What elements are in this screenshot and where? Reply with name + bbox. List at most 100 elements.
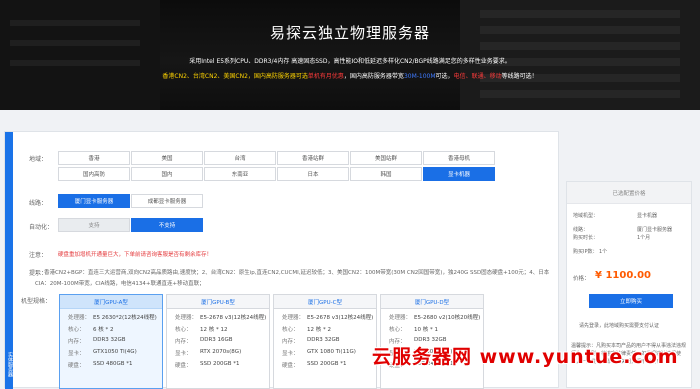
region-option-hk-cluster[interactable]: 香港站群: [277, 151, 349, 165]
line-option-chengdu[interactable]: 成都显卡服务器: [131, 194, 203, 208]
spec-key: 显卡：: [175, 351, 192, 357]
spec-value: 12 核 * 2: [307, 327, 331, 333]
spec-row-ram: 内存： DDR3 16GB: [167, 337, 269, 349]
buy-now-button[interactable]: 立即购买: [589, 294, 673, 308]
hero-banner: 易探云独立物理服务器 采用Intel E5系列CPU、DDR3/4内存 高速固态…: [0, 0, 700, 110]
spec-key: 内存：: [175, 339, 192, 345]
spec-row-disk: 硬盘： SSD 200GB *1: [274, 361, 376, 373]
model-card-title: 厦门GPU-A型: [60, 295, 162, 309]
spec-row-cpu: 处理器： E5-2678 v3(12核24线程): [274, 313, 376, 325]
spec-value: RTX 2070s(8G): [200, 349, 242, 355]
spec-row-gpu: 显卡： GTX 1080 Ti(11G): [274, 349, 376, 361]
spec-row-ram: 内存： DDR3 32GB: [60, 337, 162, 349]
model-card-title: 厦门GPU-B型: [167, 295, 269, 309]
spec-value: 12 核 * 12: [200, 327, 228, 333]
model-card-b[interactable]: 厦门GPU-B型 处理器： E5-2678 v3(12核24线程) 核心： 12 核…: [166, 294, 270, 389]
spec-value: DDR3 16GB: [200, 337, 233, 343]
region-option-domestic[interactable]: 国内: [131, 167, 203, 181]
price-value: ¥ 1100.00: [595, 270, 651, 281]
hero-promo-line: 香港CN2、台湾CN2、美国CN2，国内高防服务器可选单机有月优惠，国内高防服务…: [0, 71, 700, 80]
region-option-usa[interactable]: 美国: [131, 151, 203, 165]
left-category-strip: 实体服务器: [5, 132, 13, 389]
spec-value: GTX 1080 Ti(11G): [307, 349, 356, 355]
summary-key-duration: 购买时长：: [573, 235, 599, 241]
spec-row-gpu: 显卡： RTX 2070s(8G): [167, 349, 269, 361]
spec-key: 内存：: [68, 339, 85, 345]
spec-row-cores: 核心： 12 核 * 12: [167, 325, 269, 337]
spec-value: SSD 480GB *1: [93, 361, 133, 367]
region-label: 地域：: [29, 156, 48, 163]
summary-key-ip: 购买IP数：: [573, 249, 598, 255]
spec-row-gpu: 显卡： GTX1050 Ti(4G): [60, 349, 162, 361]
auto-option-no-support[interactable]: 不支持: [131, 218, 203, 232]
summary-key-line: 线路：: [573, 227, 589, 233]
region-option-us-cluster[interactable]: 美国站群: [350, 151, 422, 165]
spec-value: E5-2678 v3(12核24线程): [307, 315, 374, 321]
notice-label: 注意：: [29, 252, 48, 259]
auto-label: 自动化：: [29, 224, 54, 231]
stock-notice: 硬盘重加增机开通量巨大，下单前请咨询客服是否有剩余库存！: [58, 252, 213, 258]
spec-value: SSD 200GB *1: [200, 361, 240, 367]
promo-part-4: 30M-100M: [403, 73, 436, 80]
spec-key: 核心：: [389, 327, 406, 333]
promo-part-5: 可选，: [435, 73, 454, 80]
spec-row-cpu: 处理器： E5 2630*2(12核24线程): [60, 313, 162, 325]
login-notice: 请先登录，此地域购买需要支付认证: [579, 323, 660, 329]
model-card-a[interactable]: 厦门GPU-A型 处理器： E5 2630*2(12核24线程) 核心： 6 核 *…: [59, 294, 163, 389]
region-option-taiwan[interactable]: 台湾: [204, 151, 276, 165]
promo-part-3: ，国内高防服务器带宽: [343, 73, 404, 80]
region-option-japan[interactable]: 日本: [277, 167, 349, 181]
summary-value-line: 厦门显卡服务器: [637, 227, 673, 233]
auto-option-support[interactable]: 支持: [58, 218, 130, 232]
site-watermark: 云服务器网 www.yuntue.com: [372, 346, 679, 368]
spec-row-disk: 硬盘： SSD 480GB *1: [60, 361, 162, 373]
strip-label: 实体服务器: [7, 352, 13, 377]
region-option-hongkong[interactable]: 香港: [58, 151, 130, 165]
spec-key: 处理器：: [175, 315, 198, 321]
model-card-c[interactable]: 厦门GPU-C型 处理器： E5-2678 v3(12核24线程) 核心： 12 核…: [273, 294, 377, 389]
spec-key: 处理器：: [282, 315, 305, 321]
region-option-hk-host[interactable]: 香港母机: [423, 151, 495, 165]
spec-row-cores: 核心： 10 核 * 1: [381, 325, 483, 337]
promo-part-6: 电信、联通、移动: [453, 73, 502, 80]
region-option-sea[interactable]: 东南亚: [204, 167, 276, 181]
summary-key-region: 地域机型：: [573, 213, 599, 219]
spec-row-ram: 内存： DDR3 32GB: [274, 337, 376, 349]
spec-row-cpu: 处理器： E5-2680 v2(10核20线程): [381, 313, 483, 325]
spec-key: 核心：: [282, 327, 299, 333]
spec-key: 处理器：: [68, 315, 91, 321]
price-label: 价格：: [573, 276, 590, 282]
summary-value-region: 显卡机器: [637, 213, 658, 219]
hero-subtitle: 采用Intel E5系列CPU、DDR3/4内存 高速固态SSD，高性能IO和低…: [189, 58, 511, 65]
promo-part-2: 单机有月优惠: [307, 73, 344, 80]
models-label: 机型规格：: [21, 298, 52, 305]
model-card-title: 厦门GPU-C型: [274, 295, 376, 309]
spec-row-cores: 核心： 6 核 * 2: [60, 325, 162, 337]
spec-key: 核心：: [175, 327, 192, 333]
spec-value: DDR3 32GB: [307, 337, 340, 343]
spec-value: E5-2680 v2(10核20线程): [414, 315, 481, 321]
spec-key: 显卡：: [68, 351, 85, 357]
spec-key: 核心：: [68, 327, 85, 333]
region-option-gpu[interactable]: 显卡机器: [423, 167, 495, 181]
spec-row-cpu: 处理器： E5-2678 v3(12核24线程): [167, 313, 269, 325]
spec-key: 硬盘：: [175, 363, 192, 369]
promo-part-1: 香港CN2、台湾CN2、美国CN2，国内高防服务器可选: [162, 73, 308, 80]
spec-row-cores: 核心： 12 核 * 2: [274, 325, 376, 337]
spec-key: 硬盘：: [68, 363, 85, 369]
spec-value: DDR3 32GB: [93, 337, 126, 343]
region-option-korea[interactable]: 韩国: [350, 167, 422, 181]
region-option-cn-ddos[interactable]: 国内高防: [58, 167, 130, 181]
line-option-xiamen[interactable]: 厦门显卡服务器: [58, 194, 130, 208]
spec-value: GTX1050 Ti(4G): [93, 349, 137, 355]
line-label: 线路：: [29, 200, 48, 207]
spec-key: 硬盘：: [282, 363, 299, 369]
promo-part-7: 等线路可选！: [501, 73, 538, 80]
spec-key: 处理器：: [389, 315, 412, 321]
server-background-art: [0, 0, 700, 110]
spec-value: E5-2678 v3(12核24线程): [200, 315, 267, 321]
summary-value-duration: 1个月: [637, 235, 651, 241]
summary-value-ip: 1个: [599, 249, 608, 255]
page-title: 易探云独立物理服务器: [269, 24, 430, 42]
hint-text: 1、香港CN2+BGP：直连三大运营商,双向CN2高品质路由,速度快；2、台湾C…: [35, 270, 550, 287]
